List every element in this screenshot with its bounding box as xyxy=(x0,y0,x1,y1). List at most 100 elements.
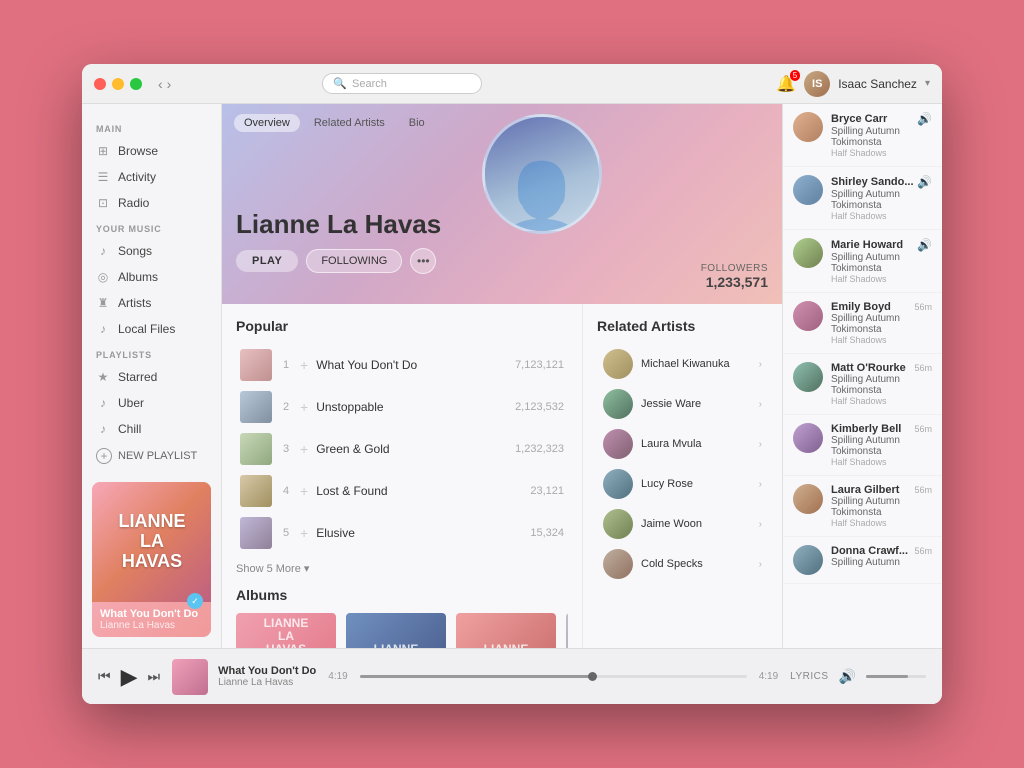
search-bar[interactable]: 🔍 Search xyxy=(322,73,482,94)
rewind-button[interactable]: ⏮ xyxy=(98,668,111,685)
browse-icon: ⊞ xyxy=(96,144,110,158)
sidebar-item-local-files[interactable]: ♪ Local Files xyxy=(82,316,221,342)
volume-fill xyxy=(866,675,908,678)
sidebar-starred-label: Starred xyxy=(118,370,157,384)
lyrics-button[interactable]: LYRICS xyxy=(790,671,828,682)
friend-song-2: Spilling Autumn xyxy=(831,252,932,263)
friend-info-7: Donna Crawf... 56m Spilling Autumn xyxy=(831,545,932,568)
related-avatar-2 xyxy=(603,429,633,459)
friend-item-3[interactable]: Emily Boyd 56m Spilling Autumn Tokimonst… xyxy=(783,293,942,354)
album-card-1[interactable]: LIANNELAHAVAS Lianne La Havas xyxy=(346,613,446,648)
sidebar-item-starred[interactable]: ★ Starred xyxy=(82,364,221,390)
related-artist-2[interactable]: Laura Mvula › xyxy=(597,424,768,464)
back-button[interactable]: ‹ xyxy=(158,76,163,92)
friend-item-0[interactable]: Bryce Carr 🔊 Spilling Autumn Tokimonsta … xyxy=(783,104,942,167)
play-pause-button[interactable]: ▶ xyxy=(121,664,138,690)
friend-name-1: Shirley Sando... xyxy=(831,176,914,188)
track-thumb-5 xyxy=(240,517,272,549)
track-row[interactable]: 3 + Green & Gold 1,232,323 xyxy=(236,428,568,470)
related-artist-1[interactable]: Jessie Ware › xyxy=(597,384,768,424)
friend-item-2[interactable]: Marie Howard 🔊 Spilling Autumn Tokimonst… xyxy=(783,230,942,293)
friend-artist-5: Tokimonsta xyxy=(831,446,932,457)
related-list: Michael Kiwanuka › Jessie Ware › xyxy=(597,344,768,584)
notification-badge: 5 xyxy=(790,70,800,81)
friend-avatar-2 xyxy=(793,238,823,268)
tab-related-artists[interactable]: Related Artists xyxy=(304,114,395,132)
tab-bio[interactable]: Bio xyxy=(399,114,435,132)
track-count-5: 15,324 xyxy=(530,527,564,539)
sidebar-item-activity[interactable]: ☰ Activity xyxy=(82,164,221,190)
track-add-1[interactable]: + xyxy=(300,357,308,373)
friend-song-4: Spilling Autumn xyxy=(831,374,932,385)
fast-forward-button[interactable]: ⏭ xyxy=(148,668,161,685)
track-row[interactable]: 1 + What You Don't Do 7,123,121 xyxy=(236,344,568,386)
friend-item-6[interactable]: Laura Gilbert 56m Spilling Autumn Tokimo… xyxy=(783,476,942,537)
friend-album-3: Half Shadows xyxy=(831,335,932,345)
track-count-4: 23,121 xyxy=(530,485,564,497)
track-count-3: 1,232,323 xyxy=(515,443,564,455)
more-button[interactable]: ••• xyxy=(410,248,436,274)
player-meta: What You Don't Do Lianne La Havas xyxy=(218,665,316,688)
sidebar-item-albums[interactable]: ◎ Albums xyxy=(82,264,221,290)
now-playing-card[interactable]: LIANNELAHAVAS ✓ What You Don't Do Lianne… xyxy=(92,482,211,637)
progress-bar-container xyxy=(360,675,747,678)
track-name-2: Unstoppable xyxy=(316,400,507,414)
following-button[interactable]: FOLLOWING xyxy=(306,249,402,273)
progress-bar[interactable] xyxy=(360,675,747,678)
forward-button[interactable]: › xyxy=(167,76,172,92)
main-section-label: MAIN xyxy=(82,116,221,138)
track-row[interactable]: 2 + Unstoppable 2,123,532 xyxy=(236,386,568,428)
related-chevron-4: › xyxy=(759,519,762,530)
track-add-4[interactable]: + xyxy=(300,483,308,499)
album-card-3[interactable]: LIANNELAHAVAS Live xyxy=(566,613,568,648)
activity-icon: ☰ xyxy=(96,170,110,184)
album-card-2[interactable]: LIANNELAHAVAS Is Your Love Big Enough? xyxy=(456,613,556,648)
friend-album-1: Half Shadows xyxy=(831,211,932,221)
sidebar-item-radio[interactable]: ⊡ Radio xyxy=(82,190,221,216)
friend-item-7[interactable]: Donna Crawf... 56m Spilling Autumn xyxy=(783,537,942,584)
friend-name-7: Donna Crawf... xyxy=(831,545,908,557)
track-thumb-1 xyxy=(240,349,272,381)
tab-overview[interactable]: Overview xyxy=(234,114,300,132)
track-row[interactable]: 5 + Elusive 15,324 xyxy=(236,512,568,554)
related-artist-0[interactable]: Michael Kiwanuka › xyxy=(597,344,768,384)
user-avatar: IS xyxy=(804,71,830,97)
track-add-2[interactable]: + xyxy=(300,399,308,415)
notification-icon[interactable]: 🔔 5 xyxy=(776,74,796,94)
now-playing-album-art: LIANNELAHAVAS xyxy=(92,482,211,602)
maximize-button[interactable] xyxy=(130,78,142,90)
volume-bar[interactable] xyxy=(866,675,926,678)
friend-item-1[interactable]: Shirley Sando... 🔊 Spilling Autumn Tokim… xyxy=(783,167,942,230)
album-card-0[interactable]: LIANNELAHAVAS Blood xyxy=(236,613,336,648)
track-thumb-3 xyxy=(240,433,272,465)
content-area: Overview Related Artists Bio 👤 Lianne La… xyxy=(222,104,782,648)
close-button[interactable] xyxy=(94,78,106,90)
track-row[interactable]: 4 + Lost & Found 23,121 xyxy=(236,470,568,512)
new-playlist-button[interactable]: + NEW PLAYLIST xyxy=(82,442,221,470)
sidebar-item-browse[interactable]: ⊞ Browse xyxy=(82,138,221,164)
show-more-button[interactable]: Show 5 More ▾ xyxy=(236,562,568,575)
player-right: LYRICS 🔊 xyxy=(790,668,926,685)
sidebar-item-artists[interactable]: ♜ Artists xyxy=(82,290,221,316)
sidebar-uber-label: Uber xyxy=(118,396,144,410)
sidebar-item-uber[interactable]: ♪ Uber xyxy=(82,390,221,416)
friends-panel: Bryce Carr 🔊 Spilling Autumn Tokimonsta … xyxy=(782,104,942,648)
related-artist-4[interactable]: Jaime Woon › xyxy=(597,504,768,544)
friend-item-4[interactable]: Matt O'Rourke 56m Spilling Autumn Tokimo… xyxy=(783,354,942,415)
related-artist-3[interactable]: Lucy Rose › xyxy=(597,464,768,504)
sidebar-item-songs[interactable]: ♪ Songs xyxy=(82,238,221,264)
track-add-5[interactable]: + xyxy=(300,525,308,541)
sidebar-songs-label: Songs xyxy=(118,244,152,258)
play-button[interactable]: PLAY xyxy=(236,250,298,272)
minimize-button[interactable] xyxy=(112,78,124,90)
user-chevron-icon[interactable]: ▾ xyxy=(925,78,930,89)
friend-item-5[interactable]: Kimberly Bell 56m Spilling Autumn Tokimo… xyxy=(783,415,942,476)
chill-playlist-icon: ♪ xyxy=(96,422,110,436)
related-avatar-3 xyxy=(603,469,633,499)
related-section-title: Related Artists xyxy=(597,318,768,334)
now-playing-album-text: LIANNELAHAVAS xyxy=(119,512,186,571)
related-artist-5[interactable]: Cold Specks › xyxy=(597,544,768,584)
track-add-3[interactable]: + xyxy=(300,441,308,457)
volume-icon[interactable]: 🔊 xyxy=(839,668,856,685)
sidebar-item-chill[interactable]: ♪ Chill xyxy=(82,416,221,442)
